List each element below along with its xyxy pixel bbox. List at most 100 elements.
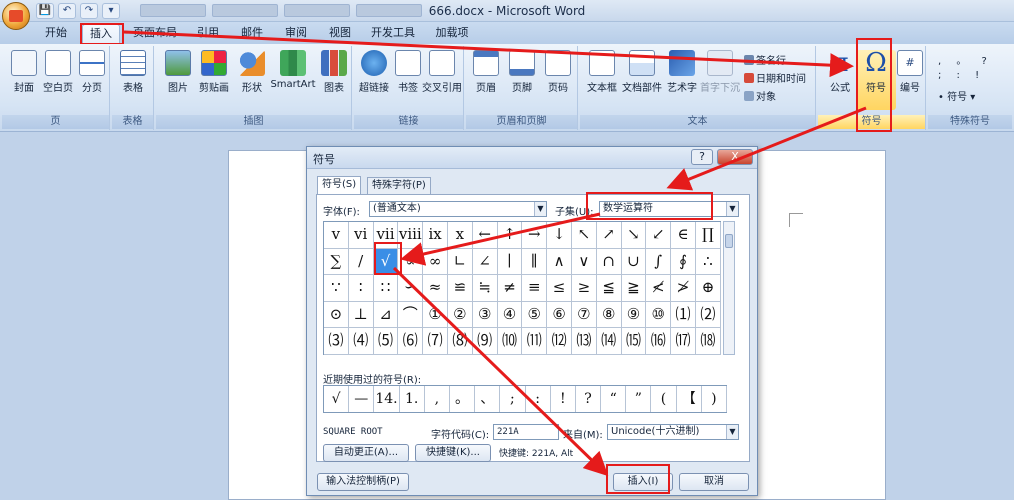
symbol-cell[interactable]: ⑶ [324, 328, 349, 355]
recent-symbol-cell[interactable]: “ [601, 386, 627, 412]
symbol-cell[interactable]: ⑧ [596, 301, 622, 329]
quick-parts-button[interactable]: 文档部件 [622, 50, 662, 110]
char-code-input[interactable]: 221A [493, 424, 559, 440]
tab-mailings[interactable]: 邮件 [234, 24, 270, 44]
symbol-cell[interactable]: ∫ [646, 248, 672, 276]
tab-special-characters[interactable]: 特殊字符(P) [367, 177, 431, 194]
symbol-cell[interactable]: ⑽ [497, 328, 523, 355]
symbol-cell[interactable]: ≒ [472, 275, 498, 302]
symbol-cell[interactable]: ⊿ [373, 301, 399, 329]
symbol-cell[interactable]: ∟ [447, 248, 473, 276]
symbol-cell[interactable]: ∷ [373, 275, 399, 302]
symbol-cell[interactable]: ∴ [695, 248, 721, 276]
symbol-cell[interactable]: ∩ [596, 248, 622, 276]
symbol-cell[interactable]: ② [447, 301, 473, 329]
wordart-button[interactable]: 艺术字 [662, 50, 702, 110]
tab-review[interactable]: 审阅 [278, 24, 314, 44]
symbol-cell[interactable]: viii [398, 222, 424, 249]
symbol-cell[interactable]: ⑥ [547, 301, 572, 329]
symbol-cell[interactable]: ⌒ [398, 301, 424, 329]
symbol-cell[interactable]: ∥ [522, 248, 548, 276]
recent-symbol-cell[interactable]: : [526, 386, 551, 412]
smartart-button[interactable]: SmartArt [270, 50, 316, 110]
recent-symbol-cell[interactable]: — [349, 386, 375, 412]
font-select[interactable]: (普通文本) ▼ [369, 201, 547, 217]
shapes-button[interactable]: 形状 [232, 50, 272, 110]
picture-button[interactable]: 图片 [158, 50, 198, 110]
symbol-cell[interactable]: ⊙ [324, 301, 349, 329]
symbol-cell[interactable]: ⑨ [621, 301, 647, 329]
symbol-cell[interactable]: ⒁ [596, 328, 622, 355]
symbol-cell[interactable]: ⊕ [695, 275, 721, 302]
symbol-cell[interactable]: ⑦ [571, 301, 597, 329]
recent-symbol-cell[interactable]: 、 [475, 386, 501, 412]
object-button[interactable]: 对象 [744, 88, 776, 103]
page-number-button[interactable]: 页码 [538, 50, 578, 110]
scroll-thumb[interactable] [725, 234, 733, 248]
symbol-cell[interactable]: ≥ [571, 275, 597, 302]
punctuation-row-1[interactable]: , 。 ? [938, 52, 993, 67]
symbol-cell[interactable]: ⑹ [398, 328, 424, 355]
office-button[interactable] [2, 2, 30, 30]
symbol-cell[interactable]: v [324, 222, 349, 249]
recent-symbol-cell[interactable]: 【 [677, 386, 702, 412]
symbol-cell[interactable]: ≤ [547, 275, 572, 302]
symbol-cell[interactable]: ∈ [671, 222, 696, 249]
symbol-cell[interactable]: ⑩ [646, 301, 672, 329]
symbol-cell[interactable]: ≧ [621, 275, 647, 302]
symbol-cell[interactable]: ≮ [646, 275, 672, 302]
symbol-cell[interactable]: ⊥ [348, 301, 374, 329]
tab-view[interactable]: 视图 [322, 24, 358, 44]
symbol-cell[interactable]: ≈ [423, 275, 448, 302]
footer-button[interactable]: 页脚 [502, 50, 542, 110]
symbol-cell[interactable]: ↑ [497, 222, 523, 249]
close-button[interactable]: X [717, 149, 753, 165]
signature-line-button[interactable]: 签名行 [744, 52, 786, 67]
symbol-cell[interactable]: ∶ [348, 275, 374, 302]
symbol-cell[interactable]: ∧ [547, 248, 572, 276]
tab-page-layout[interactable]: 页面布局 [128, 24, 182, 44]
symbol-cell[interactable]: / [348, 248, 374, 276]
help-button[interactable]: ? [691, 149, 713, 165]
recent-symbol-cell[interactable]: √ [324, 386, 350, 412]
symbol-cell[interactable]: → [522, 222, 548, 249]
chart-button[interactable]: 图表 [314, 50, 354, 110]
symbol-cell[interactable]: ⒂ [621, 328, 647, 355]
symbol-cell[interactable]: ↘ [621, 222, 647, 249]
tab-references[interactable]: 引用 [190, 24, 226, 44]
header-button[interactable]: 页眉 [466, 50, 506, 110]
symbol-cell[interactable]: ⒃ [646, 328, 672, 355]
symbol-cell[interactable]: ≌ [447, 275, 473, 302]
symbol-cell[interactable]: ≡ [522, 275, 548, 302]
symbol-cell[interactable]: ⑷ [348, 328, 374, 355]
tab-addins[interactable]: 加载项 [428, 24, 476, 44]
page-break-button[interactable]: 分页 [72, 50, 112, 110]
symbol-cell[interactable]: ⑴ [671, 301, 696, 329]
recent-symbol-cell[interactable]: ( [651, 386, 677, 412]
symbol-cell[interactable]: ix [423, 222, 448, 249]
cross-reference-button[interactable]: 交叉引用 [422, 50, 462, 110]
symbol-cell[interactable]: ↙ [646, 222, 672, 249]
equation-button[interactable]: π 公式 [820, 50, 860, 110]
symbol-cell[interactable]: ⑼ [472, 328, 498, 355]
symbol-cell[interactable]: ③ [472, 301, 498, 329]
symbol-cell[interactable]: ⒅ [695, 328, 721, 355]
symbol-cell[interactable]: ← [472, 222, 498, 249]
symbol-cell[interactable]: ≯ [671, 275, 696, 302]
date-time-button[interactable]: 日期和时间 [744, 70, 806, 85]
symbol-grid-scrollbar[interactable] [723, 221, 735, 355]
from-select[interactable]: Unicode(十六进制) ▼ [607, 424, 739, 440]
symbol-cell[interactable]: ④ [497, 301, 523, 329]
cancel-button[interactable]: 取消 [679, 473, 749, 491]
recent-symbol-cell[interactable]: 14. [374, 386, 400, 412]
symbol-cell[interactable]: ∑ [324, 248, 349, 276]
symbol-cell[interactable]: ∪ [621, 248, 647, 276]
symbol-cell[interactable]: ⒄ [671, 328, 696, 355]
tab-symbols[interactable]: 符号(S) [317, 176, 362, 195]
symbol-cell[interactable]: ∠ [472, 248, 498, 276]
recent-symbol-cell[interactable]: ” [626, 386, 652, 412]
symbol-cell[interactable]: ⑻ [447, 328, 473, 355]
tab-home[interactable]: 开始 [36, 24, 76, 44]
ime-control-button[interactable]: 输入法控制柄(P) [317, 473, 409, 491]
symbol-cell[interactable]: ⒀ [571, 328, 597, 355]
